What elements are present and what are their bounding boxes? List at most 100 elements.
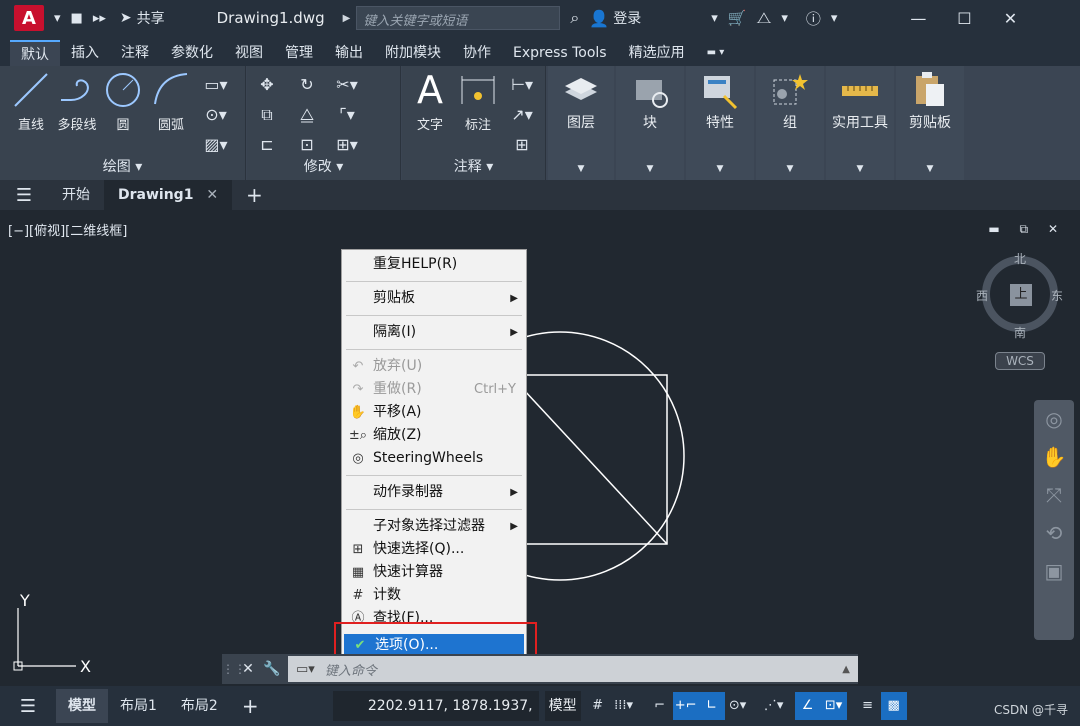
rotate-icon[interactable]: ↻	[287, 70, 327, 100]
viewcube-south[interactable]: 南	[1014, 324, 1026, 341]
ellipse-icon[interactable]: ⊙▾	[196, 100, 236, 130]
viewcube[interactable]: 上	[982, 256, 1058, 332]
close-button[interactable]: ✕	[987, 9, 1033, 28]
dynamic-input-icon[interactable]: +⌐	[672, 692, 699, 720]
tab-output[interactable]: 输出	[324, 40, 374, 66]
transparency-icon[interactable]: ▩	[880, 692, 907, 720]
tab-featured-apps[interactable]: 精选应用	[618, 40, 696, 66]
menu-icon[interactable]: ☰	[0, 185, 48, 206]
dimension-tool[interactable]: 标注	[456, 70, 500, 133]
polyline-tool[interactable]: 多段线	[54, 70, 100, 133]
drawing-canvas[interactable]: [−][俯视][二维线框] ▬ ⧉ ✕ Y X	[0, 210, 1080, 686]
tab-layout1[interactable]: 布局1	[108, 689, 169, 723]
menu-item-subobject-filter[interactable]: 子对象选择过滤器 ▶	[342, 515, 526, 538]
tab-view[interactable]: 视图	[224, 40, 274, 66]
chevron-up-icon[interactable]: ▲	[842, 664, 850, 675]
menu-item-isolate[interactable]: 隔离(I) ▶	[342, 321, 526, 344]
draw-panel-title[interactable]: 绘图 ▾	[0, 156, 245, 176]
infer-constraints-icon[interactable]: ⌐	[647, 692, 673, 720]
text-tool[interactable]: A 文字	[410, 70, 450, 133]
chevron-down-icon[interactable]: ▾	[54, 11, 61, 26]
chevron-down-icon[interactable]: ▾	[831, 11, 838, 26]
utilities-panel[interactable]: 实用工具 ▼	[826, 66, 894, 180]
menu-item-action-recorder[interactable]: 动作录制器 ▶	[342, 481, 526, 504]
polar-icon[interactable]: ⊙▾	[725, 692, 751, 720]
close-icon[interactable]: ✕	[206, 187, 218, 203]
maximize-button[interactable]: ☐	[941, 9, 987, 28]
linear-dim-icon[interactable]: ⊢▾	[502, 70, 542, 100]
cart-icon[interactable]: 🛒	[728, 9, 747, 27]
tab-drawing1[interactable]: Drawing1 ✕	[104, 180, 233, 210]
fillet-icon[interactable]: ⌜▾	[327, 100, 367, 130]
zoom-extents-icon[interactable]: ⤧	[1034, 476, 1074, 514]
menu-icon[interactable]: ☰	[0, 696, 56, 717]
steeringwheel-icon[interactable]: ◎	[1034, 400, 1074, 438]
properties-panel[interactable]: 特性 ▼	[686, 66, 754, 180]
viewcube-north[interactable]: 北	[1014, 250, 1026, 267]
tab-model[interactable]: 模型	[56, 689, 108, 723]
copy-icon[interactable]: ⧉	[247, 100, 287, 130]
viewcube-east[interactable]: 东	[1051, 287, 1063, 304]
menu-item-repeat-help[interactable]: 重复HELP(R)	[342, 253, 526, 276]
chevron-down-icon[interactable]: ▾	[711, 11, 718, 26]
help-icon[interactable]: ⓘ	[806, 8, 821, 29]
search-icon[interactable]: ⌕	[570, 8, 579, 28]
menu-item-quick-calc[interactable]: ▦ 快速计算器	[342, 561, 526, 584]
group-panel[interactable]: 组 ▼	[756, 66, 824, 180]
object-snap-tracking-icon[interactable]: ∠	[794, 692, 821, 720]
coordinates-readout[interactable]: 2202.9117, 1878.1937, 0.0000	[332, 691, 539, 721]
command-prompt-icon[interactable]: ▭▾	[296, 662, 315, 677]
open-file-icon[interactable]: ■	[71, 11, 83, 26]
viewcube-west[interactable]: 西	[976, 287, 988, 304]
tab-express-tools[interactable]: Express Tools	[502, 40, 618, 66]
viewcube-top-face[interactable]: 上	[1010, 284, 1032, 306]
arc-tool[interactable]: 圆弧	[150, 70, 192, 133]
chevron-down-icon[interactable]: ▾	[781, 11, 788, 26]
layers-panel[interactable]: 图层 ▼	[548, 66, 614, 180]
line-tool[interactable]: 直线	[10, 70, 52, 133]
user-icon[interactable]: 👤	[589, 9, 609, 28]
share-button[interactable]: ➤ 共享	[120, 8, 165, 28]
search-input[interactable]: 键入关键字或短语	[356, 6, 561, 30]
menu-item-clipboard[interactable]: 剪贴板 ▶	[342, 287, 526, 310]
menu-item-zoom[interactable]: ±⌕ 缩放(Z)	[342, 424, 526, 447]
annotation-panel-title[interactable]: 注释 ▾	[402, 156, 545, 176]
autodesk-icon[interactable]: ⧍	[756, 8, 771, 28]
ortho-icon[interactable]: ∟	[698, 692, 725, 720]
fast-forward-icon[interactable]: ▸▸	[93, 11, 106, 26]
search-expand-icon[interactable]: ▶	[343, 13, 351, 24]
block-panel[interactable]: 块 ▼	[616, 66, 684, 180]
menu-item-count[interactable]: # 计数	[342, 584, 526, 607]
tab-start[interactable]: 开始	[48, 180, 104, 210]
tab-parametric[interactable]: 参数化	[160, 40, 224, 66]
rectangle-icon[interactable]: ▭▾	[196, 70, 236, 100]
tab-addins[interactable]: 附加模块	[374, 40, 452, 66]
close-icon[interactable]: ✕	[236, 661, 260, 677]
orbit-icon[interactable]: ⟲	[1034, 514, 1074, 552]
menu-item-steeringwheels[interactable]: ◎ SteeringWheels	[342, 447, 526, 470]
lineweight-icon[interactable]: ≡	[855, 692, 881, 720]
leader-icon[interactable]: ↗▾	[502, 100, 542, 130]
app-logo[interactable]: A	[14, 5, 44, 31]
showmotion-icon[interactable]: ▣	[1034, 552, 1074, 590]
circle-tool[interactable]: 圆	[102, 70, 144, 133]
new-tab-button[interactable]: +	[232, 180, 277, 210]
new-layout-button[interactable]: +	[230, 689, 271, 723]
object-snap-icon[interactable]: ⊡▾	[820, 692, 847, 720]
isodraft-icon[interactable]: ⋰▾	[761, 692, 787, 720]
grid-icon[interactable]: #	[585, 692, 611, 720]
minimize-button[interactable]: —	[895, 9, 941, 28]
command-input[interactable]: ▭▾ 键入命令 ▲	[288, 656, 858, 682]
trim-icon[interactable]: ✂▾	[327, 70, 367, 100]
wcs-menu[interactable]: WCS	[995, 352, 1045, 370]
mirror-icon[interactable]: ⧋	[287, 100, 327, 130]
wrench-icon[interactable]: 🔧	[260, 661, 284, 677]
tab-layout2[interactable]: 布局2	[169, 689, 230, 723]
tab-collaborate[interactable]: 协作	[452, 40, 502, 66]
snap-icon[interactable]: ⁞⁞⁞▾	[611, 692, 637, 720]
tab-annotate[interactable]: 注释	[110, 40, 160, 66]
tab-insert[interactable]: 插入	[60, 40, 110, 66]
tab-manage[interactable]: 管理	[274, 40, 324, 66]
menu-item-pan[interactable]: ✋ 平移(A)	[342, 401, 526, 424]
menu-item-quick-select[interactable]: ⊞ 快速选择(Q)...	[342, 538, 526, 561]
